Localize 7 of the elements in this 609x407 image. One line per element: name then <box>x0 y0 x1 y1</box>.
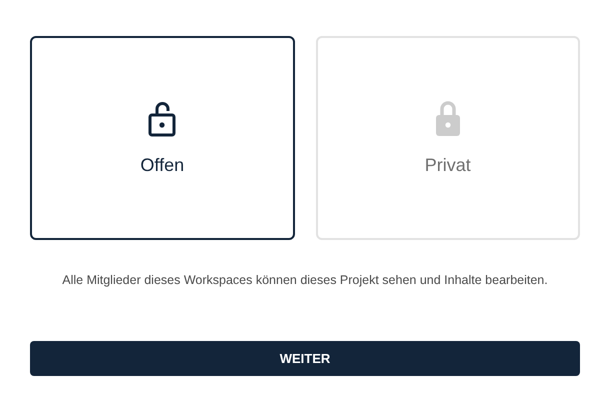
visibility-option-card[interactable]: Privat <box>316 36 580 240</box>
visibility-description: Alle Mitglieder dieses Workspaces können dieses Projekt sehen und Inhalte bearbeiten. <box>61 273 549 287</box>
option-label: Offen <box>140 154 184 176</box>
next-button[interactable]: WEITER <box>30 341 580 376</box>
option-label: Privat <box>424 154 471 176</box>
unlocked-padlock-icon <box>147 100 178 136</box>
visibility-option-card[interactable]: Offen <box>30 36 294 240</box>
